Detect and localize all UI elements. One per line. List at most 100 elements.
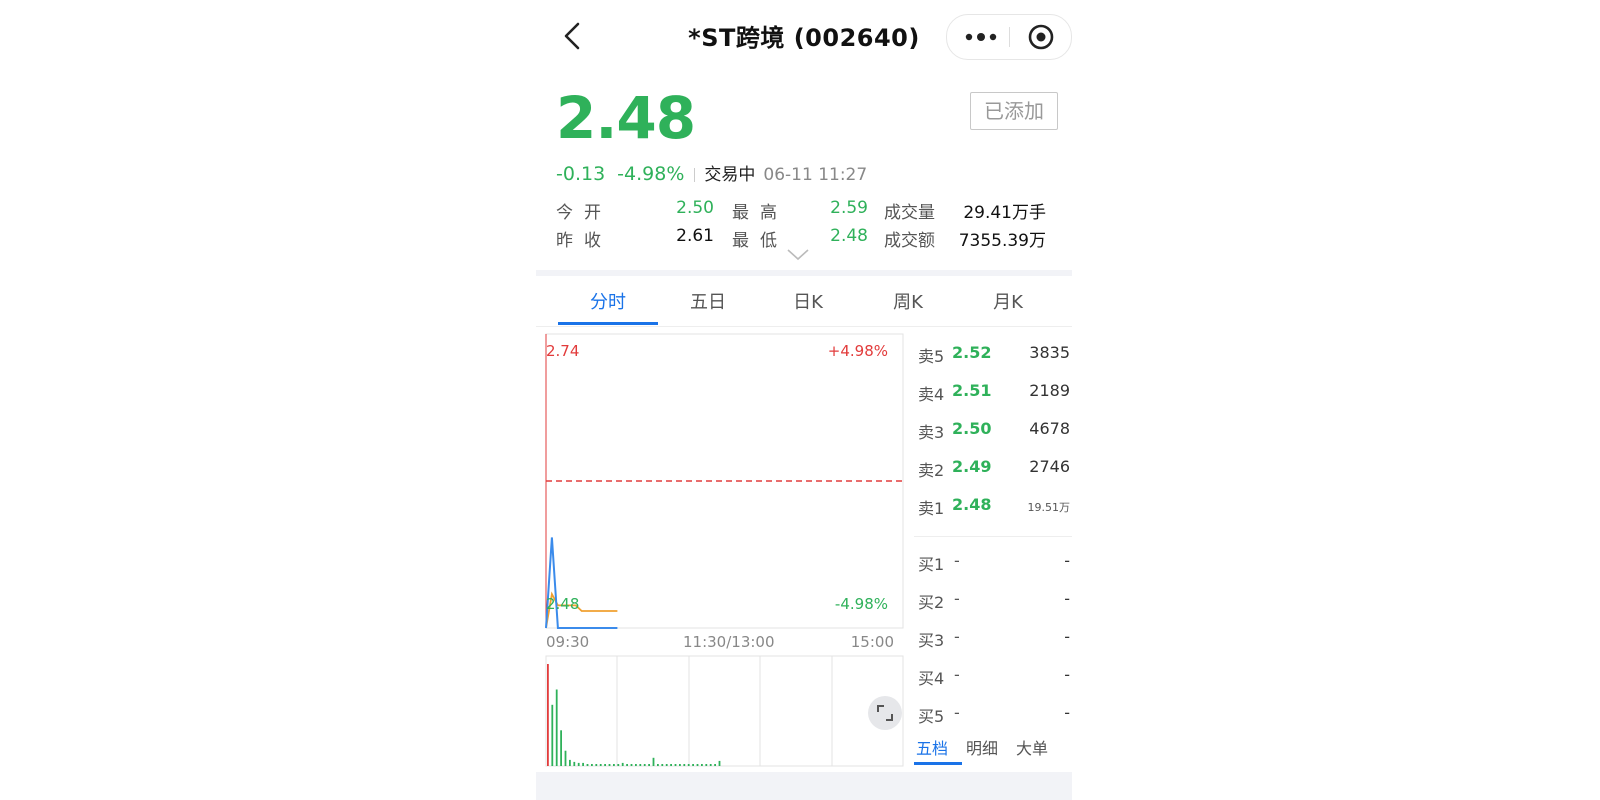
tab-five-levels[interactable]: 五档 [916, 735, 948, 759]
volume-panel-frame [545, 655, 904, 767]
y-min-pct: -4.98% [834, 595, 888, 613]
volume-bar [560, 730, 562, 766]
volume-bar [613, 764, 615, 766]
y-min-label: 2.48 [546, 595, 580, 613]
volume-bar [665, 764, 668, 766]
bid-label: 买1 [918, 555, 945, 574]
bottom-band [536, 772, 1072, 800]
volume-bar [604, 764, 606, 766]
high-label: 最高 [732, 203, 788, 223]
volume-bar [709, 764, 712, 766]
volume-bar [630, 764, 633, 766]
top-bar: *ST跨境 (002640) [536, 0, 1072, 72]
volume-bar [626, 764, 628, 766]
volume-bar [555, 689, 558, 766]
open-value: 2.50 [676, 198, 714, 218]
volume-bar [591, 764, 593, 766]
tab-daily-k[interactable]: 日K [758, 288, 858, 314]
bid-volume: - [1064, 665, 1070, 684]
close-target-icon[interactable] [1027, 23, 1055, 51]
tab-underline [558, 322, 658, 325]
tab-details[interactable]: 明细 [966, 735, 998, 759]
bid-row: 买2 - - [908, 580, 1072, 618]
quote-time: 06-11 11:27 [763, 165, 868, 185]
ask-price: 2.50 [952, 419, 992, 438]
order-book-tabs: 五档 明细 大单 [908, 732, 1072, 766]
intraday-chart[interactable]: 2.74 +4.98% 2.48 -4.98% 09:30 11:30/13:0… [536, 332, 906, 772]
bid-volume: - [1064, 627, 1070, 646]
x-label-midday: 11:30/13:00 [683, 633, 775, 651]
volume-bar [599, 764, 602, 766]
bid-label: 买4 [918, 669, 945, 688]
more-icon[interactable] [963, 23, 999, 51]
volume-bar [657, 764, 659, 766]
volume-bar [652, 757, 655, 766]
low-value: 2.48 [830, 226, 868, 246]
fullscreen-button[interactable] [868, 696, 902, 730]
chart-tabs: 分时 五日 日K 周K 月K [536, 276, 1072, 327]
high-value: 2.59 [830, 198, 868, 218]
ask-label: 卖5 [918, 347, 945, 366]
ask-row: 卖5 2.52 3835 [908, 334, 1072, 372]
volume-bar [714, 764, 716, 766]
volume-bar [547, 664, 549, 766]
added-watchlist-button[interactable]: 已添加 [970, 92, 1058, 130]
ask-volume: 19.51万 [1027, 501, 1071, 514]
volume-bar [569, 759, 571, 766]
volume-bars [547, 664, 721, 766]
ask-price: 2.49 [952, 457, 992, 476]
current-price: 2.48 [556, 84, 696, 152]
volume-bar [621, 762, 624, 766]
change-line: -0.13 -4.98% 交易中 06-11 11:27 [556, 160, 867, 185]
tab-large-orders[interactable]: 大单 [1016, 735, 1048, 759]
open-label: 今开 [556, 203, 612, 223]
ask-volume: 3835 [1029, 343, 1070, 362]
divider [694, 167, 696, 182]
bid-label: 买2 [918, 593, 945, 612]
ask-row: 卖2 2.49 2746 [908, 448, 1072, 486]
y-max-pct: +4.98% [827, 342, 888, 360]
volume-label: 成交量 [884, 203, 935, 223]
bid-volume: - [1064, 589, 1070, 608]
tab-intraday[interactable]: 分时 [558, 288, 658, 314]
volume-bar [679, 764, 681, 766]
y-max-label: 2.74 [546, 342, 580, 360]
volume-bar [551, 704, 554, 766]
bid-label: 买3 [918, 631, 945, 650]
volume-bar [573, 761, 576, 766]
bid-price: - [954, 551, 960, 570]
amount-value: 7355.39万 [958, 231, 1046, 251]
tab-five-day[interactable]: 五日 [658, 288, 758, 314]
price-change-pct: -4.98% [617, 163, 685, 185]
order-book: 卖5 2.52 3835 卖4 2.51 2189 卖3 2.50 4678 卖… [908, 332, 1072, 776]
ask-row: 卖1 2.48 19.51万 [908, 486, 1072, 524]
book-divider [914, 536, 1072, 537]
bid-row: 买5 - - [908, 694, 1072, 732]
ask-row: 卖4 2.51 2189 [908, 372, 1072, 410]
trading-status: 交易中 [704, 165, 756, 185]
volume-bar [674, 764, 677, 766]
volume-bar [577, 762, 580, 766]
ask-price: 2.52 [952, 343, 992, 362]
volume-value: 29.41万手 [963, 203, 1046, 223]
chevron-down-icon[interactable] [786, 248, 810, 262]
ask-row: 卖3 2.50 4678 [908, 410, 1072, 448]
volume-bar [705, 764, 708, 766]
ask-label: 卖1 [918, 499, 945, 518]
tab-monthly-k[interactable]: 月K [958, 288, 1058, 314]
ask-price: 2.51 [952, 381, 992, 400]
chart-canvas [545, 333, 904, 767]
bid-price: - [954, 627, 960, 646]
volume-bar [595, 764, 598, 766]
x-label-open: 09:30 [546, 633, 590, 651]
volume-bar [701, 764, 703, 766]
ask-volume: 2746 [1029, 457, 1070, 476]
bid-price: - [954, 703, 960, 722]
bid-price: - [954, 665, 960, 684]
bid-label: 买5 [918, 707, 945, 726]
tab-weekly-k[interactable]: 周K [858, 288, 958, 314]
volume-bar [639, 764, 642, 766]
volume-bar [648, 764, 650, 766]
bid-row: 买3 - - [908, 618, 1072, 656]
ask-volume: 2189 [1029, 381, 1070, 400]
